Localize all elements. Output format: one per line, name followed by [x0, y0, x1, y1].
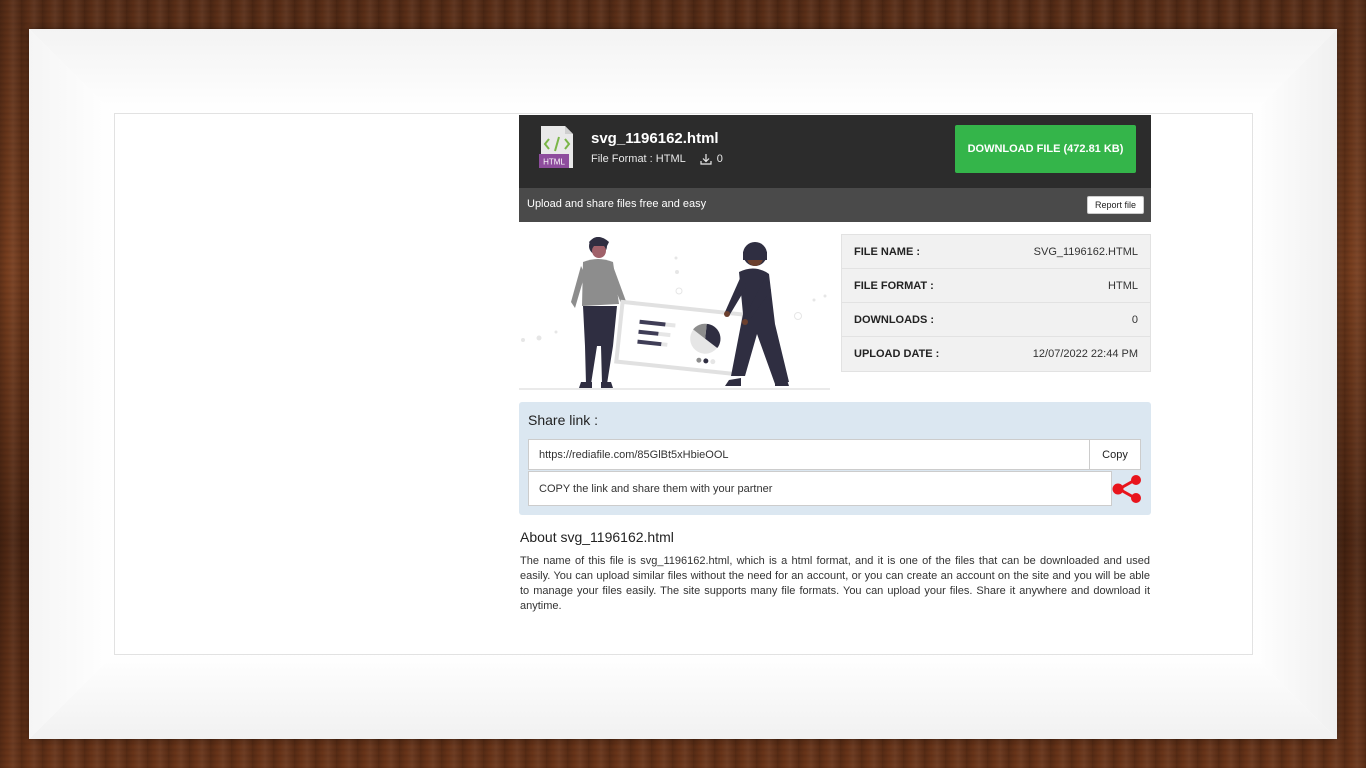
info-label: FILE FORMAT : — [854, 279, 934, 292]
about-title: About svg_1196162.html — [520, 529, 674, 545]
tagline-bar: Upload and share files free and easy Rep… — [519, 188, 1151, 222]
file-header: HTML svg_1196162.html File Format : HTML… — [519, 115, 1151, 188]
info-value: SVG_1196162.HTML — [1033, 245, 1138, 258]
share-note: COPY the link and share them with your p… — [528, 471, 1112, 506]
share-link-box: Share link : Copy COPY the link and shar… — [519, 402, 1151, 515]
file-format-text: File Format : HTML — [591, 153, 686, 165]
frame-bevel-bottom — [29, 654, 1337, 739]
info-label: UPLOAD DATE : — [854, 348, 940, 360]
copy-link-button[interactable]: Copy — [1090, 439, 1141, 470]
download-count-value: 0 — [716, 153, 723, 165]
svg-text:HTML: HTML — [543, 158, 565, 167]
download-icon — [700, 154, 712, 165]
file-meta: File Format : HTML 0 — [591, 153, 723, 165]
download-count: 0 — [700, 153, 723, 165]
share-link-title: Share link : — [528, 412, 599, 428]
file-info-table: FILE NAME : SVG_1196162.HTML FILE FORMAT… — [841, 234, 1151, 372]
info-row-downloads: DOWNLOADS : 0 — [842, 303, 1150, 337]
frame-bevel-right — [1252, 29, 1337, 739]
info-label: DOWNLOADS : — [854, 313, 935, 326]
share-link-row: Copy — [528, 439, 1141, 470]
info-row-file-format: FILE FORMAT : HTML — [842, 269, 1150, 303]
info-value: 0 — [1131, 313, 1138, 326]
about-text: The name of this file is svg_1196162.htm… — [520, 555, 1150, 612]
download-file-button[interactable]: DOWNLOAD FILE (472.81 KB) — [955, 125, 1136, 173]
file-download-panel: HTML svg_1196162.html File Format : HTML… — [519, 115, 1151, 614]
info-value: 12/07/2022 22:44 PM — [1032, 348, 1138, 360]
info-value: HTML — [1108, 279, 1138, 292]
html-file-icon: HTML — [539, 126, 573, 168]
frame-bevel-top — [29, 29, 1337, 114]
tagline: Upload and share files free and easy — [527, 198, 707, 210]
about-section: About svg_1196162.html The name of this … — [519, 529, 1151, 614]
report-file-button[interactable]: Report file — [1086, 196, 1144, 214]
file-details-section: FILE NAME : SVG_1196162.HTML FILE FORMAT… — [519, 234, 1151, 402]
info-row-file-name: FILE NAME : SVG_1196162.HTML — [842, 235, 1150, 269]
people-carrying-board-illustration — [519, 237, 830, 390]
share-link-input[interactable] — [528, 439, 1090, 470]
frame-bevel-left — [29, 29, 114, 739]
info-label: FILE NAME : — [854, 245, 920, 258]
file-title: svg_1196162.html — [591, 130, 719, 147]
share-icon[interactable] — [1111, 474, 1143, 504]
info-row-upload-date: UPLOAD DATE : 12/07/2022 22:44 PM — [842, 337, 1150, 371]
